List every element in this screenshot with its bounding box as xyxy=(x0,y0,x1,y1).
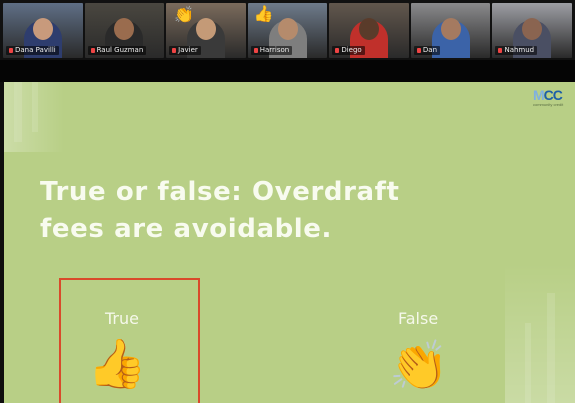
participant-name-tag: Harrison xyxy=(250,46,293,55)
strip-divider xyxy=(0,60,575,82)
logo-mark: MCC xyxy=(533,87,563,103)
participant-tile[interactable]: Dan xyxy=(410,3,491,58)
participant-head xyxy=(522,18,543,40)
participant-name-tag: Dana Pavilli xyxy=(6,46,59,55)
participant-tile[interactable]: Diego xyxy=(329,3,409,58)
participant-tile[interactable]: Dana Pavilli xyxy=(3,3,83,58)
participant-name: Dana Pavilli xyxy=(15,46,56,54)
slide-decoration xyxy=(547,293,555,403)
participant-name: Diego xyxy=(341,46,362,54)
clapping-hands-icon[interactable]: 👏 xyxy=(389,340,449,392)
participant-head xyxy=(32,18,53,40)
thumbs-up-icon[interactable]: 👍 xyxy=(87,338,147,390)
participant-strip: Dana Pavilli Raul Guzman 👏 Javier 👍 Harr… xyxy=(0,0,575,60)
organization-logo: MCC community credit xyxy=(533,88,573,118)
participant-head xyxy=(277,18,298,40)
participant-name: Nahmud xyxy=(504,46,535,54)
participant-name: Dan xyxy=(422,46,438,54)
shared-slide: MCC community credit True or false: Over… xyxy=(4,82,575,403)
participant-name: Javier xyxy=(178,46,198,54)
slide-decoration xyxy=(14,82,22,142)
mic-muted-icon xyxy=(90,48,95,53)
participant-tile[interactable]: 👏 Javier xyxy=(166,3,246,58)
thumbs-up-reaction-icon: 👍 xyxy=(253,4,274,23)
participant-head xyxy=(195,18,216,40)
participant-name-tag: Raul Guzman xyxy=(87,46,147,55)
participant-name: Raul Guzman xyxy=(96,46,144,54)
mic-muted-icon xyxy=(172,48,177,53)
slide-decoration xyxy=(505,263,575,403)
mic-muted-icon xyxy=(498,48,503,53)
participant-name: Harrison xyxy=(259,46,290,54)
participant-name-tag: Javier xyxy=(169,46,201,55)
participant-name-tag: Diego xyxy=(332,46,365,55)
participant-tile[interactable]: Raul Guzman xyxy=(84,3,165,58)
mic-muted-icon xyxy=(253,48,258,53)
slide-decoration xyxy=(32,82,38,132)
slide-question: True or false: Overdraft fees are avoida… xyxy=(40,177,400,244)
option-true-label[interactable]: True xyxy=(105,310,139,328)
clapping-hands-reaction-icon: 👏 xyxy=(174,5,195,24)
participant-tile[interactable]: Nahmud xyxy=(492,3,573,58)
option-false-label[interactable]: False xyxy=(398,310,438,328)
logo-subtitle: community credit xyxy=(533,102,564,107)
mic-muted-icon xyxy=(9,48,13,53)
mic-muted-icon xyxy=(416,48,421,53)
mic-muted-icon xyxy=(335,48,340,53)
participant-head xyxy=(440,18,461,40)
slide-decoration xyxy=(525,323,531,403)
participant-tile[interactable]: 👍 Harrison xyxy=(247,3,328,58)
participant-name-tag: Nahmud xyxy=(495,46,538,55)
participant-head xyxy=(359,18,380,40)
participant-name-tag: Dan xyxy=(413,46,441,55)
participant-head xyxy=(114,18,135,40)
